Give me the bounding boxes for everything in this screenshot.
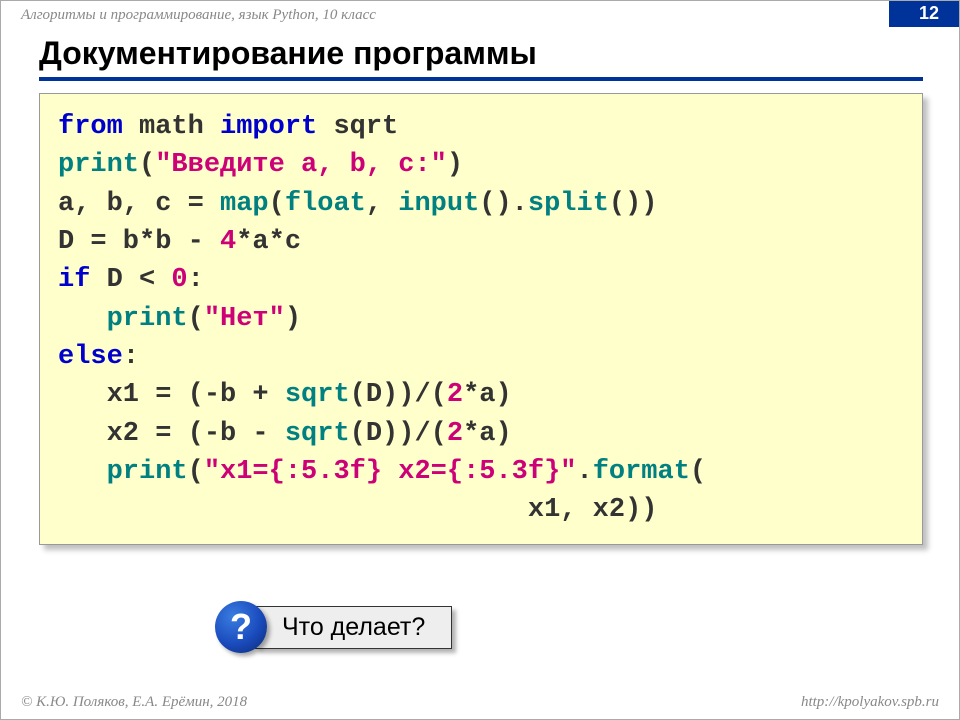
code-line-8: x1 = (-b + sqrt(D))/(2*a) xyxy=(58,376,904,414)
code-line-11: x1, x2)) xyxy=(58,491,904,529)
title-underline xyxy=(39,77,923,81)
slide: 12 Алгоритмы и программирование, язык Py… xyxy=(0,0,960,720)
code-line-6: print("Нет") xyxy=(58,300,904,338)
code-line-7: else: xyxy=(58,338,904,376)
footer-copyright: © К.Ю. Поляков, Е.А. Ерёмин, 2018 xyxy=(21,694,247,711)
code-line-4: D = b*b - 4*a*c xyxy=(58,223,904,261)
code-line-10: print("x1={:5.3f} x2={:5.3f}".format( xyxy=(58,453,904,491)
page-title: Документирование программы xyxy=(39,35,537,72)
code-line-5: if D < 0: xyxy=(58,261,904,299)
code-line-1: from math import sqrt xyxy=(58,108,904,146)
footer-url: http://kpolyakov.spb.ru xyxy=(801,694,939,711)
course-label: Алгоритмы и программирование, язык Pytho… xyxy=(21,7,376,24)
page-number: 12 xyxy=(919,3,939,24)
question-text: Что делает? xyxy=(255,606,452,649)
code-line-2: print("Введите a, b, c:") xyxy=(58,146,904,184)
code-block: from math import sqrt print("Введите a, … xyxy=(39,93,923,545)
code-line-9: x2 = (-b - sqrt(D))/(2*a) xyxy=(58,415,904,453)
question-mark-icon: ? xyxy=(215,601,267,653)
code-line-3: a, b, c = map(float, input().split()) xyxy=(58,185,904,223)
question-row: ? Что делает? xyxy=(215,601,452,653)
